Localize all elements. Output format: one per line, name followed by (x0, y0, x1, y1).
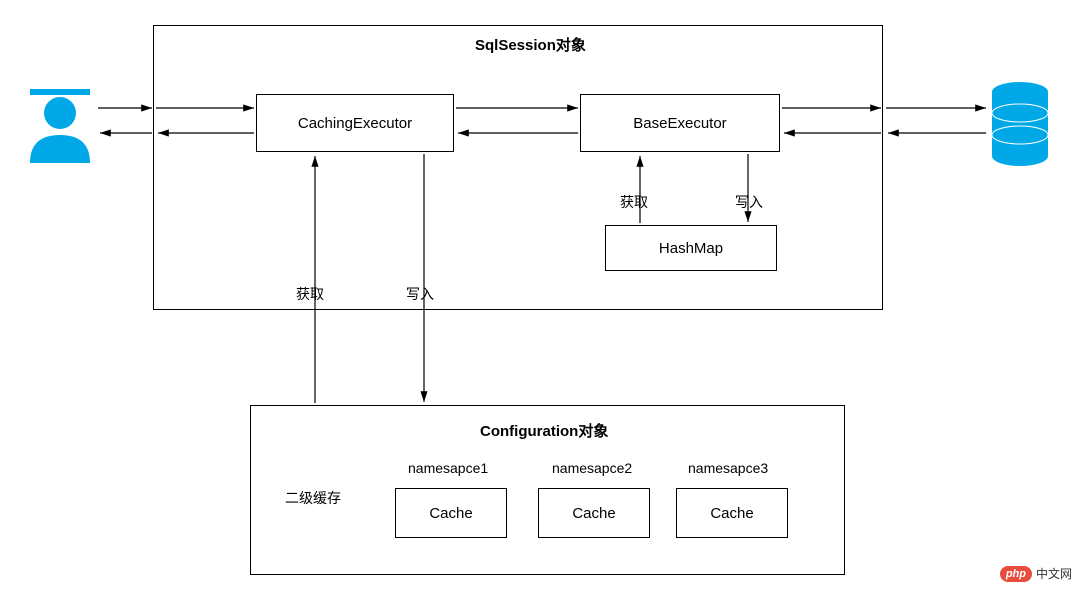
cache-box-1: Cache (395, 488, 507, 538)
write-label-top: 写入 (735, 192, 763, 212)
configuration-title: Configuration对象 (480, 420, 608, 441)
get-label-top: 获取 (620, 192, 648, 212)
sqlsession-title: SqlSession对象 (475, 34, 586, 55)
cache-label-3: Cache (710, 505, 753, 522)
user-icon (25, 85, 95, 165)
cache-label-2: Cache (572, 505, 615, 522)
secondary-cache-label: 二级缓存 (285, 488, 341, 508)
caching-executor-box: CachingExecutor (256, 94, 454, 152)
cache-label-1: Cache (429, 505, 472, 522)
watermark: php 中文网 (1000, 565, 1072, 582)
base-executor-label: BaseExecutor (633, 115, 726, 132)
caching-executor-label: CachingExecutor (298, 115, 412, 132)
write-label-mid: 写入 (406, 284, 434, 304)
watermark-text: 中文网 (1036, 565, 1072, 582)
cache-box-3: Cache (676, 488, 788, 538)
hashmap-label: HashMap (659, 240, 723, 257)
get-label-mid: 获取 (296, 284, 324, 304)
hashmap-box: HashMap (605, 225, 777, 271)
database-icon (990, 80, 1050, 170)
namespace-1-label: namesapce1 (408, 460, 488, 476)
namespace-2-label: namesapce2 (552, 460, 632, 476)
namespace-3-label: namesapce3 (688, 460, 768, 476)
php-badge: php (1000, 566, 1032, 582)
base-executor-box: BaseExecutor (580, 94, 780, 152)
cache-box-2: Cache (538, 488, 650, 538)
